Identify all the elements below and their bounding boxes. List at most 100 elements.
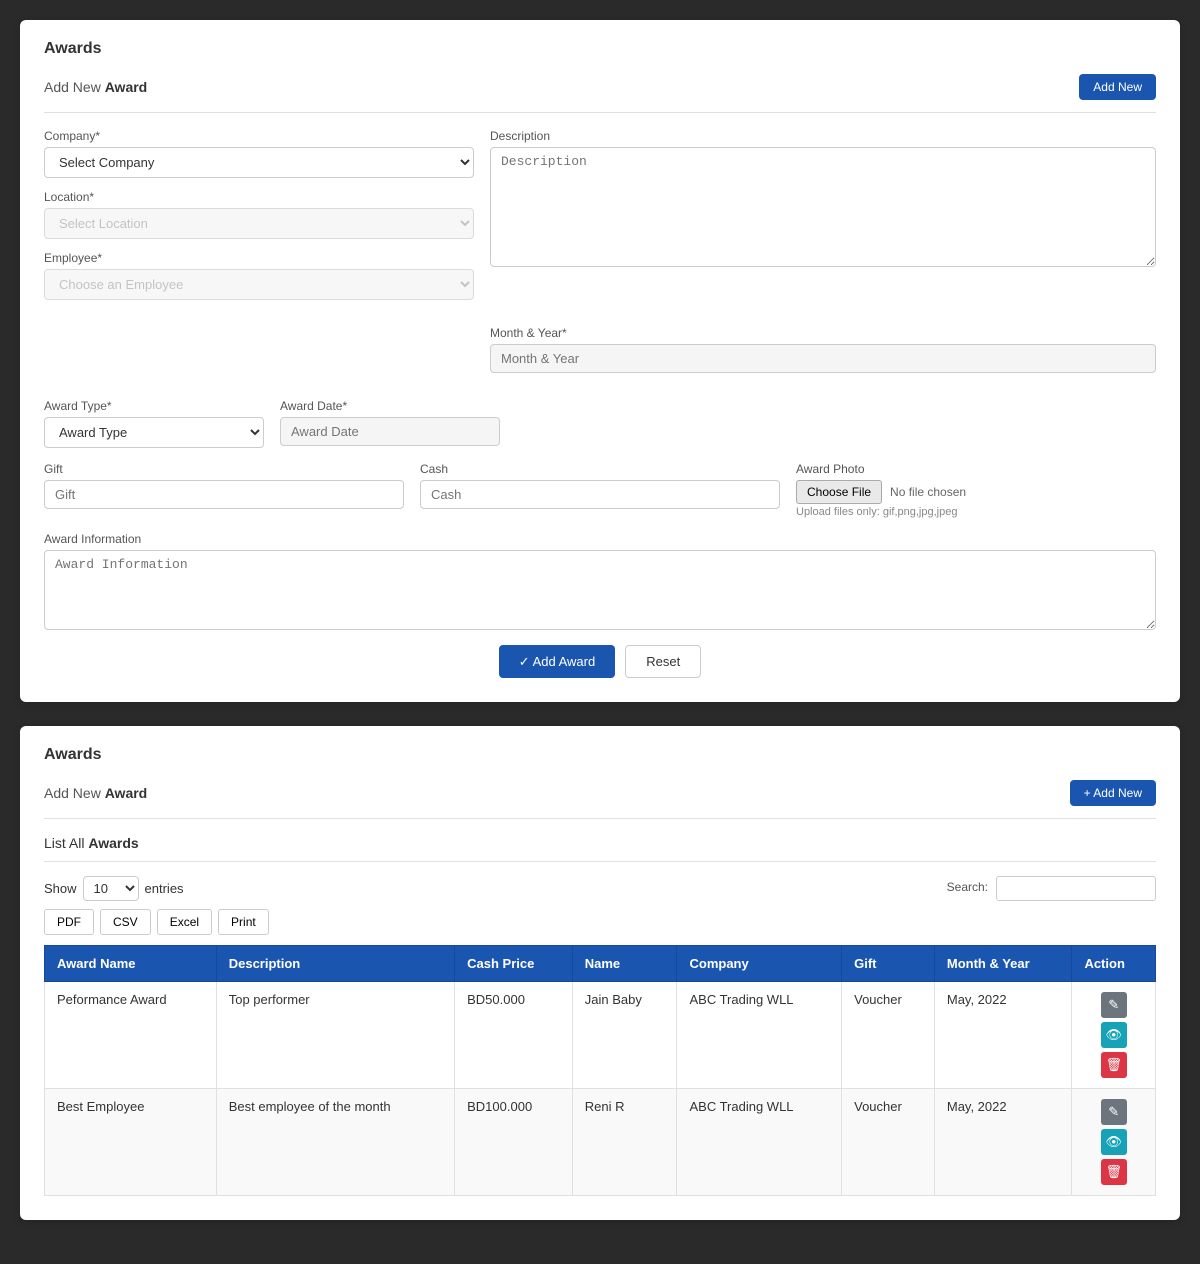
search-label: Search: <box>947 880 988 894</box>
employee-label: Employee* <box>44 251 474 265</box>
print-button[interactable]: Print <box>218 909 269 935</box>
export-buttons: PDF CSV Excel Print <box>44 909 1156 935</box>
cell-description: Top performer <box>216 982 454 1089</box>
excel-button[interactable]: Excel <box>157 909 212 935</box>
form-row-month: Month & Year* <box>44 326 1156 385</box>
description-textarea[interactable] <box>490 147 1156 267</box>
col-month-year: Month & Year <box>934 946 1072 982</box>
show-entries: Show 10 25 50 100 entries <box>44 876 184 901</box>
award-photo-group: Award Photo Choose File No file chosen U… <box>796 462 1156 518</box>
form-section-header: Add New Award Add New <box>44 74 1156 113</box>
description-label: Description <box>490 129 1156 143</box>
gift-input[interactable] <box>44 480 404 509</box>
col-cash-price: Cash Price <box>455 946 573 982</box>
award-photo-label: Award Photo <box>796 462 1156 476</box>
award-date-label: Award Date* <box>280 399 500 413</box>
cell-award-name: Peformance Award <box>45 982 217 1089</box>
cell-gift: Voucher <box>842 982 935 1089</box>
file-name-label: No file chosen <box>890 485 966 499</box>
form-row-type-date: Award Type* Award Type Award Date* <box>44 399 1156 448</box>
cell-cash-price: BD100.000 <box>455 1089 573 1196</box>
list-all-title: List All Awards <box>44 835 139 851</box>
cell-company: ABC Trading WLL <box>677 982 842 1089</box>
table-row: Peformance Award Top performer BD50.000 … <box>45 982 1156 1089</box>
table-body: Peformance Award Top performer BD50.000 … <box>45 982 1156 1196</box>
award-date-input[interactable] <box>280 417 500 446</box>
pdf-button[interactable]: PDF <box>44 909 94 935</box>
award-type-label: Award Type* <box>44 399 264 413</box>
form-section-title: Add New Award <box>44 79 147 95</box>
col-name: Name <box>572 946 677 982</box>
month-year-input[interactable] <box>490 344 1156 373</box>
cell-action: ✎ 👁 🗑 <box>1072 982 1156 1089</box>
panel2-title: Awards <box>44 746 1156 764</box>
entries-label: entries <box>145 881 184 896</box>
choose-file-button[interactable]: Choose File <box>796 480 882 504</box>
list-add-title: Add New Award <box>44 785 147 801</box>
cell-month-year: May, 2022 <box>934 982 1072 1089</box>
cell-gift: Voucher <box>842 1089 935 1196</box>
location-label: Location* <box>44 190 474 204</box>
award-type-group: Award Type* Award Type <box>44 399 264 448</box>
award-info-textarea[interactable] <box>44 550 1156 630</box>
delete-button[interactable]: 🗑 <box>1101 1159 1127 1185</box>
month-year-label: Month & Year* <box>490 326 1156 340</box>
table-header-row: Award Name Description Cash Price Name C… <box>45 946 1156 982</box>
award-info-label: Award Information <box>44 532 1156 546</box>
award-date-group: Award Date* <box>280 399 500 448</box>
list-all-header: List All Awards <box>44 835 1156 862</box>
add-award-button[interactable]: ✓ Add Award <box>499 645 615 678</box>
col-company: Company <box>677 946 842 982</box>
gift-label: Gift <box>44 462 404 476</box>
cash-input[interactable] <box>420 480 780 509</box>
company-label: Company* <box>44 129 474 143</box>
col-gift: Gift <box>842 946 935 982</box>
entries-select[interactable]: 10 25 50 100 <box>83 876 139 901</box>
cell-award-name: Best Employee <box>45 1089 217 1196</box>
show-label: Show <box>44 881 77 896</box>
csv-button[interactable]: CSV <box>100 909 151 935</box>
table-header: Award Name Description Cash Price Name C… <box>45 946 1156 982</box>
list-add-header: Add New Award + Add New <box>44 780 1156 819</box>
cell-description: Best employee of the month <box>216 1089 454 1196</box>
cell-month-year: May, 2022 <box>934 1089 1072 1196</box>
awards-form-panel: Awards Add New Award Add New Company* Se… <box>20 20 1180 702</box>
delete-button[interactable]: 🗑 <box>1101 1052 1127 1078</box>
add-new-button-top[interactable]: Add New <box>1079 74 1156 100</box>
view-button[interactable]: 👁 <box>1101 1129 1127 1155</box>
search-input[interactable] <box>996 876 1156 901</box>
search-area: Search: <box>947 876 1156 901</box>
cash-label: Cash <box>420 462 780 476</box>
upload-hint: Upload files only: gif,png,jpg,jpeg <box>796 506 1156 518</box>
col-description: Description <box>216 946 454 982</box>
reset-button[interactable]: Reset <box>625 645 701 678</box>
location-select[interactable]: Select Location <box>44 208 474 239</box>
employee-select[interactable]: Choose an Employee <box>44 269 474 300</box>
edit-button[interactable]: ✎ <box>1101 1099 1127 1125</box>
awards-table-wrapper: Award Name Description Cash Price Name C… <box>44 945 1156 1196</box>
awards-list-panel: Awards Add New Award + Add New List All … <box>20 726 1180 1220</box>
table-row: Best Employee Best employee of the month… <box>45 1089 1156 1196</box>
cell-cash-price: BD50.000 <box>455 982 573 1089</box>
form-actions: ✓ Add Award Reset <box>44 645 1156 678</box>
col-award-name: Award Name <box>45 946 217 982</box>
cell-name: Jain Baby <box>572 982 677 1089</box>
awards-table: Award Name Description Cash Price Name C… <box>44 945 1156 1196</box>
award-type-select[interactable]: Award Type <box>44 417 264 448</box>
cell-action: ✎ 👁 🗑 <box>1072 1089 1156 1196</box>
form-row-1: Company* Select Company Location* Select… <box>44 129 1156 312</box>
panel1-title: Awards <box>44 40 1156 58</box>
add-new-button-list[interactable]: + Add New <box>1070 780 1156 806</box>
file-input-row: Choose File No file chosen <box>796 480 1156 504</box>
cell-company: ABC Trading WLL <box>677 1089 842 1196</box>
view-button[interactable]: 👁 <box>1101 1022 1127 1048</box>
edit-button[interactable]: ✎ <box>1101 992 1127 1018</box>
gift-group: Gift <box>44 462 404 518</box>
cash-group: Cash <box>420 462 780 518</box>
form-row-gift-cash-photo: Gift Cash Award Photo Choose File No fil… <box>44 462 1156 518</box>
description-group: Description <box>490 129 1156 312</box>
col-action: Action <box>1072 946 1156 982</box>
table-controls-top: Show 10 25 50 100 entries Search: <box>44 876 1156 901</box>
cell-name: Reni R <box>572 1089 677 1196</box>
company-select[interactable]: Select Company <box>44 147 474 178</box>
